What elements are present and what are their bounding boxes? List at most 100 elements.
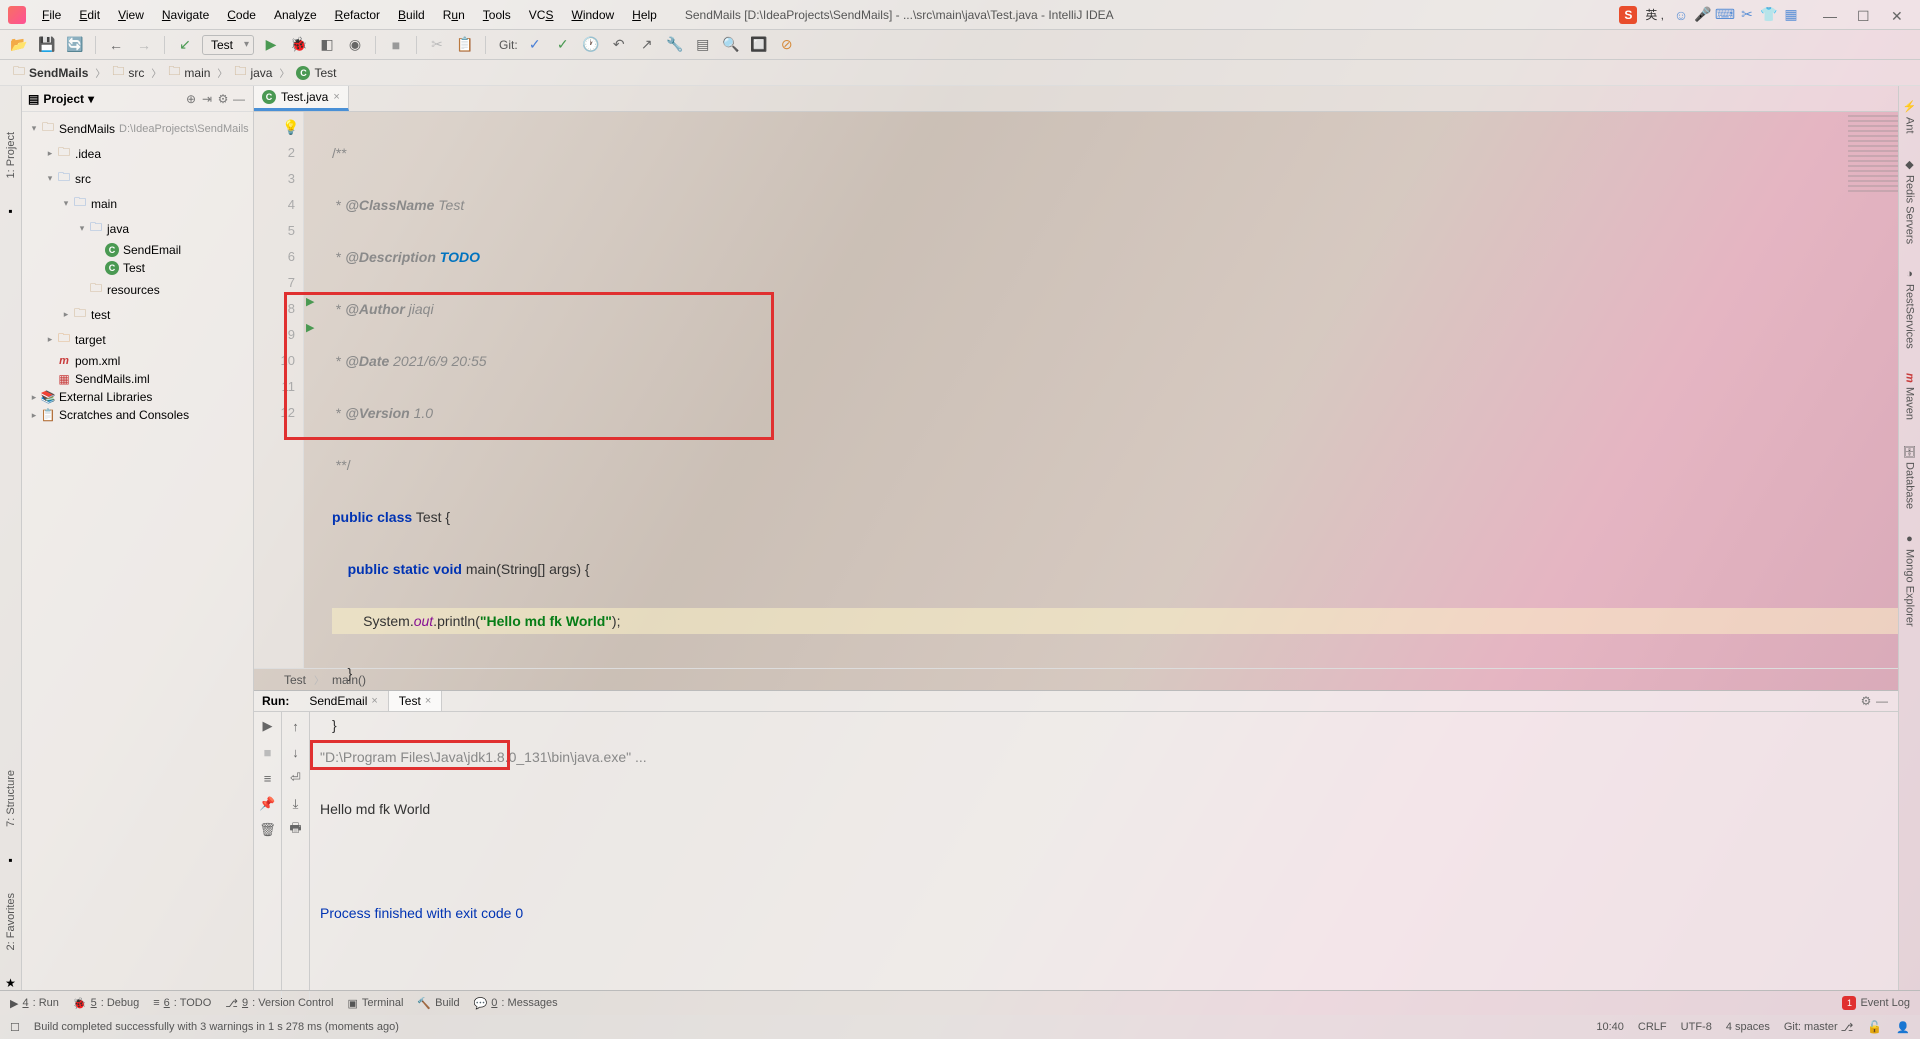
menu-file[interactable]: File [34,5,69,25]
menu-tools[interactable]: Tools [475,5,519,25]
tree-node-src[interactable]: ▾🗀src [22,166,253,191]
tree-node--idea[interactable]: ▸🗀.idea [22,141,253,166]
menu-analyze[interactable]: Analyze [266,5,325,25]
menu-help[interactable]: Help [624,5,665,25]
up-icon[interactable]: ↑ [286,716,306,736]
sync-icon[interactable]: 🔄 [64,34,86,56]
editor-tab-test[interactable]: C Test.java × [254,86,349,111]
scroll-icon[interactable]: ⤓ [286,794,306,814]
open-icon[interactable]: 📂 [8,34,30,56]
stop-icon[interactable]: ■ [385,34,407,56]
coverage-icon[interactable]: ◧ [316,34,338,56]
tree-node-target[interactable]: ▸🗀target [22,327,253,352]
crumb-main[interactable]: 🗀main [163,60,215,85]
line-separator[interactable]: CRLF [1638,1021,1667,1033]
tree-node-sendemail[interactable]: CSendEmail [22,241,253,259]
tree-node-main[interactable]: ▾🗀main [22,191,253,216]
cut-icon[interactable]: ✂ [426,34,448,56]
right-tab-maven[interactable]: mMaven [1902,367,1918,426]
tree-node-java[interactable]: ▾🗀java [22,216,253,241]
crumb-sendmails[interactable]: 🗀SendMails [8,60,93,85]
encoding[interactable]: UTF-8 [1681,1021,1712,1033]
maximize-button[interactable]: ☐ [1857,8,1871,22]
crumb-java[interactable]: 🗀java [229,60,277,85]
menu-build[interactable]: Build [390,5,433,25]
run-button-icon[interactable]: ▶ [260,34,282,56]
tree-node-scratches-and-consoles[interactable]: ▸📋Scratches and Consoles [22,406,253,424]
menu-run[interactable]: Run [435,5,473,25]
expand-icon[interactable]: ↙ [174,34,196,56]
git-push-icon[interactable]: ↗ [636,34,658,56]
status-hide-icon[interactable]: ☐ [10,1021,20,1034]
tray-mic-icon[interactable]: 🎤 [1694,6,1712,24]
ime-language-label[interactable]: 英 , [1645,6,1664,23]
inspections-icon[interactable]: 👤 [1896,1021,1910,1034]
structure-icon[interactable]: ▤ [692,34,714,56]
tool-run[interactable]: ▶ 4: Run [10,997,59,1010]
layout-icon[interactable]: ≡ [258,768,278,788]
trash-icon[interactable]: 🗑 [258,820,278,840]
stop-run-icon[interactable]: ■ [258,742,278,762]
tray-keyboard-icon[interactable]: ⌨ [1716,6,1734,24]
tool-debug[interactable]: 🐞 5: Debug [73,997,139,1010]
right-tab-redis[interactable]: ◆Redis Servers [1901,152,1918,250]
rerun-icon[interactable]: ▶ [258,716,278,736]
menu-window[interactable]: Window [563,5,622,25]
debug-icon[interactable]: 🐞 [288,34,310,56]
paste-icon[interactable]: 📋 [454,34,476,56]
pin-icon[interactable]: 📌 [258,794,278,814]
stop-all-icon[interactable]: ⊘ [776,34,798,56]
crumb-test[interactable]: CTest [291,64,341,82]
crumb-src[interactable]: 🗀src [107,60,149,85]
tree-node-test[interactable]: CTest [22,259,253,277]
project-tree[interactable]: ▾🗀SendMailsD:\IdeaProjects\SendMails▸🗀.i… [22,112,253,990]
git-commit-icon[interactable]: ✓ [552,34,574,56]
tool-todo[interactable]: ≡ 6: TODO [153,997,211,1009]
forward-icon[interactable]: → [133,34,155,56]
find-icon[interactable]: 🔲 [748,34,770,56]
tray-bookmark-icon[interactable]: ✂ [1738,6,1756,24]
intention-bulb-icon[interactable]: 💡 [282,114,299,140]
right-tab-mongo[interactable]: ●Mongo Explorer [1902,527,1918,633]
wrap-icon[interactable]: ⏎ [286,768,306,788]
profile-icon[interactable]: ◉ [344,34,366,56]
menu-code[interactable]: Code [219,5,264,25]
minimap-icon[interactable] [1848,112,1898,192]
down-icon[interactable]: ↓ [286,742,306,762]
right-tab-database[interactable]: 🗄Database [1901,438,1918,515]
tree-node-sendmails[interactable]: ▾🗀SendMailsD:\IdeaProjects\SendMails [22,116,253,141]
menu-refactor[interactable]: Refactor [327,5,388,25]
sogou-ime-icon[interactable]: S [1619,6,1637,24]
breadcrumb-class[interactable]: Test [284,673,306,687]
collapse-icon[interactable]: ⇥ [199,91,215,107]
print-icon[interactable]: 🖶 [286,820,306,840]
tree-node-pom-xml[interactable]: mpom.xml [22,352,253,370]
run-config-dropdown[interactable]: Test [202,35,254,55]
tree-node-sendmails-iml[interactable]: ▦SendMails.iml [22,370,253,388]
tray-shirt-icon[interactable]: 👕 [1760,6,1778,24]
left-tab-project[interactable]: 1: Project [3,126,19,184]
search-icon[interactable]: 🔍 [720,34,742,56]
menu-view[interactable]: View [110,5,152,25]
menu-navigate[interactable]: Navigate [154,5,217,25]
git-branch[interactable]: Git: master ⎇ [1784,1021,1853,1034]
git-revert-icon[interactable]: ↶ [608,34,630,56]
panel-settings-icon[interactable]: ⚙ [215,91,231,107]
close-button[interactable]: ✕ [1891,8,1905,22]
tree-node-external-libraries[interactable]: ▸📚External Libraries [22,388,253,406]
left-tab-structure[interactable]: 7: Structure [3,764,19,833]
back-icon[interactable]: ← [105,34,127,56]
menu-vcs[interactable]: VCS [521,5,562,25]
console-output[interactable]: "D:\Program Files\Java\jdk1.8.0_131\bin\… [310,712,1898,1010]
indent[interactable]: 4 spaces [1726,1021,1770,1033]
readonly-lock-icon[interactable]: 🔓 [1867,1020,1882,1034]
code-editor[interactable]: /** * @ClassName Test * @Description TOD… [304,112,1898,668]
tray-smile-icon[interactable]: ☺ [1672,6,1690,24]
caret-position[interactable]: 10:40 [1596,1021,1624,1033]
right-tab-rest[interactable]: ◑RestServices [1902,262,1918,355]
git-update-icon[interactable]: ✓ [524,34,546,56]
scroll-to-icon[interactable]: ⊕ [183,91,199,107]
save-icon[interactable]: 💾 [36,34,58,56]
tree-node-resources[interactable]: 🗀resources [22,277,253,302]
hide-panel-icon[interactable]: — [231,91,247,107]
